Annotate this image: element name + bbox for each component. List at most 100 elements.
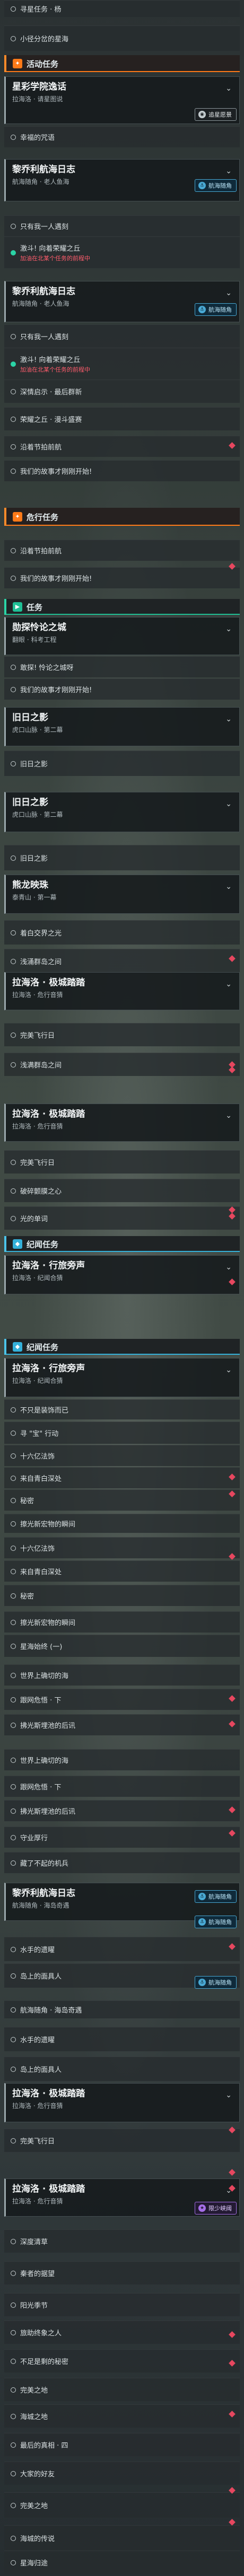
chevron-down-icon[interactable]: ⌄ [225,167,232,175]
quest-step[interactable]: 光的单词 [4,1206,240,1230]
section-title: 任务 [27,602,43,612]
quest-step[interactable]: 世界上确切的海 [4,1749,240,1770]
quest-step[interactable]: 着白交界之光 [4,920,240,945]
tracking-marker-icon[interactable] [229,2519,236,2526]
section-header[interactable]: ◆ 纪闻任务 [4,1236,240,1252]
quest-step[interactable]: 旧日之影 [4,751,240,776]
quest-card[interactable]: 旧日之影 虎口山脉 · 第二幕 ⌄ [4,707,240,746]
step-label: 浅满群岛之间 [20,1062,62,1070]
quest-step[interactable]: 最后的真相 · 四 [4,2433,240,2456]
quest-step[interactable]: 跟网危悟 · 下 [4,1689,240,1710]
section-header[interactable]: ◆ 纪闻任务 [4,1339,240,1355]
chevron-down-icon[interactable]: ⌄ [225,289,232,297]
chevron-down-icon[interactable]: ⌄ [225,980,232,989]
quest-step[interactable]: 破碎颤膜之心 [4,1179,240,1202]
quest-card[interactable]: 拉海洛 · 极城踏踏 拉海洛 · 危行音猜 ⌄ [4,2083,240,2122]
quest-step[interactable]: 藏了不起的机兵 [4,1852,240,1873]
quest-step[interactable]: 完美飞行日 [4,1023,240,1046]
chevron-down-icon[interactable]: ⌄ [225,625,232,633]
chevron-down-icon[interactable]: ⌄ [225,84,232,93]
quest-step[interactable]: 来自青白深处 [4,1560,240,1582]
chevron-down-icon[interactable]: ⌄ [225,883,232,891]
step-label: 藏了不起的机兵 [20,1860,69,1868]
chevron-down-icon[interactable]: ⌄ [225,715,232,724]
quest-step[interactable]: 激斗! 向着荣耀之丘 加油在北某个任务的前程中 [4,236,240,268]
quest-step[interactable]: 不足是剩的秘密 [4,2349,240,2372]
quest-step[interactable]: 世界上确切的海 [4,1664,240,1686]
chevron-down-icon[interactable]: ⌄ [225,2091,232,2099]
quest-step[interactable]: 擦光新宏物的瞬间 [4,1514,240,1533]
chevron-down-icon[interactable]: ⌄ [225,1111,232,1120]
step-status-icon [11,548,16,553]
quest-step[interactable]: 浅涌群岛之间 [4,949,240,973]
quest-step[interactable]: 秦者的据望 [4,2261,240,2284]
quest-step[interactable]: 幸福的咒语 [4,126,240,147]
quest-step[interactable]: 大家的好友 [4,2462,240,2485]
quest-step[interactable]: 水手的遗曜 [4,1937,240,1961]
quest-step[interactable]: 秘密 [4,1489,240,1511]
quest-step[interactable]: 守业厚行 [4,1827,240,1848]
quest-card[interactable]: 勋探怜论之城 翻眼 · 科考工程 ⌄ [4,617,240,655]
step-label: 守业厚行 [20,1834,48,1842]
quest-step[interactable]: 沿着节拍前航 [4,436,240,457]
quest-step[interactable]: 我们的故事才刚刚开始! [4,567,240,588]
quest-step[interactable]: 深度清草 [4,2229,240,2253]
quest-step[interactable]: 拂光斯埋池的后讯 [4,1800,240,1821]
quest-step[interactable]: 只有我一人遇刻 [4,324,240,348]
quest-step[interactable]: 小径分岔的星海 [4,25,240,51]
chevron-down-icon[interactable]: ⌄ [225,800,232,808]
quest-step[interactable]: 寻星任务 · 杨 [4,0,240,17]
quest-step[interactable]: 星海归途 [4,2551,240,2574]
quest-step[interactable]: 完美飞行日 [4,2129,240,2152]
quest-step[interactable]: 岛上的面具人 [4,2057,240,2081]
quest-step[interactable]: 秘密 [4,1585,240,1606]
section-header[interactable]: ▶ 任务 [4,599,240,615]
quest-step[interactable]: 深情启示 · 最后群新 [4,380,240,403]
quest-step[interactable]: 旅助终象之人 [4,2321,240,2344]
section-header[interactable]: ✦ 活动任务 [4,55,240,72]
quest-step[interactable]: 完美之地 [4,2492,240,2518]
quest-step[interactable]: 完美飞行日 [4,1150,240,1174]
step-status-icon [11,2535,16,2541]
quest-step[interactable]: 跟网危悟 · 下 [4,1776,240,1797]
quest-step[interactable]: 十六亿法饰 [4,1445,240,1466]
quest-card[interactable]: 黎乔利航海日志 航海随角 · 老人鱼海 ⌄ [4,281,240,322]
quest-step[interactable]: 沿着节拍前航 [4,540,240,561]
quest-step[interactable]: 来自青白深处 [4,1467,240,1488]
quest-step[interactable]: 浅满群岛之间 [4,1053,240,1076]
chevron-down-icon[interactable]: ⌄ [225,1263,232,1272]
quest-step[interactable]: 敢探! 怜论之城呀 [4,656,240,677]
quest-step[interactable]: 只有我一人遇刻 [4,215,240,236]
quest-card[interactable]: 拉海洛 · 行旅旁声 拉海洛 · 纪闻合猜 ⌄ [4,1358,240,1397]
quest-step[interactable]: 不只是装饰而已 [4,1399,240,1419]
quest-step[interactable]: 星海始终 (一) [4,1635,240,1657]
quest-card[interactable]: 拉海洛 · 行旅旁声 拉海洛 · 纪闻合猜 ⌄ [4,1255,240,1294]
quest-step[interactable]: 航海随角 · 海岛奇遇 [4,2000,240,2018]
quest-card[interactable]: 熊龙映珠 泰青山 · 第一幕 ⌄ [4,875,240,914]
section-header[interactable]: ✦ 危行任务 [4,508,240,526]
quest-step[interactable]: 擦光新宏物的瞬间 [4,1611,240,1633]
quest-step[interactable]: 十六亿法饰 [4,1537,240,1558]
quest-card[interactable]: 拉海洛 · 极城踏踏 拉海洛 · 危行音猜 ⌄ [4,1104,240,1142]
quest-step[interactable]: 寻 "宝" 行动 [4,1422,240,1444]
tracking-marker-icon[interactable] [229,2169,236,2176]
quest-card[interactable]: 旧日之影 虎口山脉 · 第二幕 ⌄ [4,792,240,832]
quest-card[interactable]: 拉海洛 · 极城踏踏 拉海洛 · 危行音猜 ⌄ [4,972,240,1010]
quest-step[interactable]: 旧日之影 [4,845,240,870]
quest-step[interactable]: 荣耀之丘 · 漫斗盛赛 [4,407,240,430]
quest-step[interactable]: 我们的故事才刚刚开始! [4,460,240,481]
tag-label: 航海随角 [208,1893,232,1900]
chevron-down-icon[interactable]: ⌄ [225,1366,232,1374]
quest-step[interactable]: 拂光斯埋池的后讯 [4,1714,240,1735]
quest-step[interactable]: 完美之地 [4,2378,240,2401]
quest-step[interactable]: 海城的传说 [4,2525,240,2551]
step-label: 星海归途 [20,2560,48,2568]
quest-step[interactable]: 海城之地 [4,2404,240,2428]
quest-step[interactable]: 阳光季节 [4,2293,240,2316]
quest-step[interactable]: 激斗! 向着荣耀之丘 加油在北某个任务的前程中 [4,348,240,380]
quest-step[interactable]: 我们的故事才刚刚开始! [4,678,240,700]
quest-step[interactable]: 水手的遗曜 [4,2027,240,2051]
quest-tag-badge: ⚓ 航海随角 [195,1916,237,1928]
quest-title: 黎乔利航海日志 [12,164,75,175]
tag-label: 航海随角 [208,1919,232,1926]
